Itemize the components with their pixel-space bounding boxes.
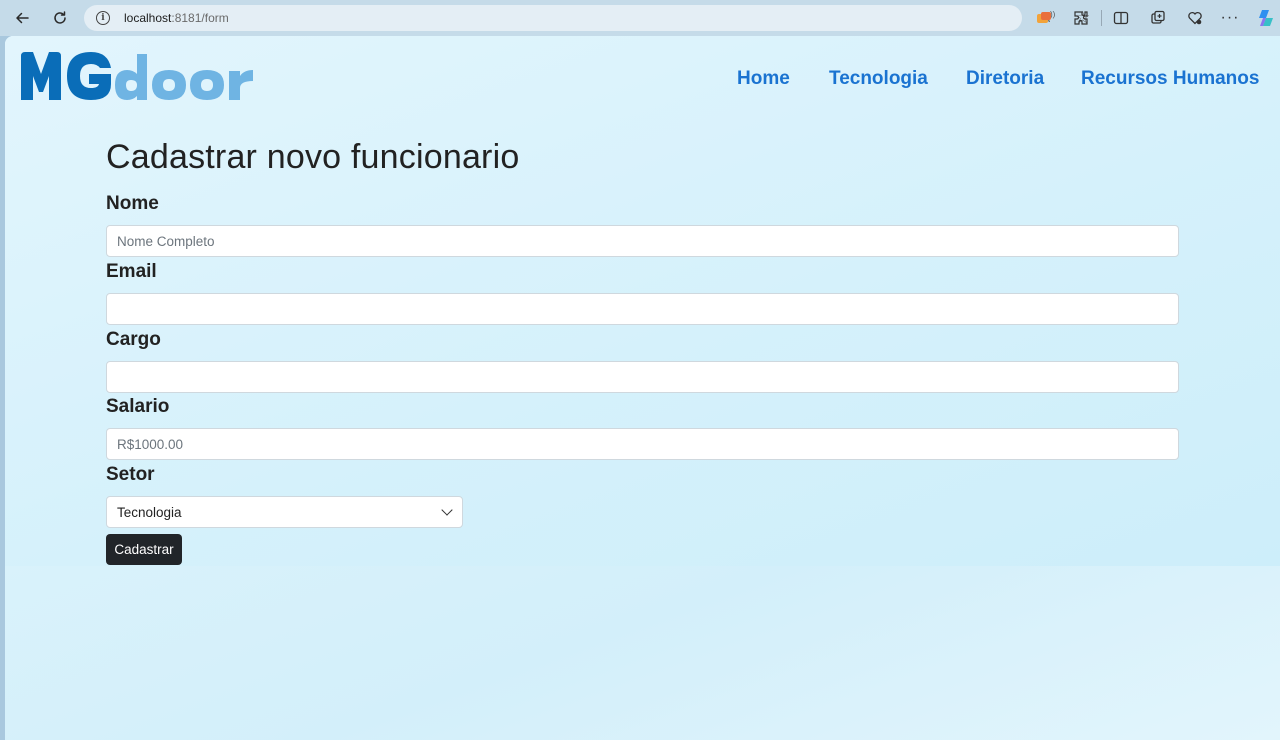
- salario-input[interactable]: [106, 428, 1179, 460]
- cadastrar-button[interactable]: Cadastrar: [106, 534, 182, 565]
- nav-link-diretoria[interactable]: Diretoria: [966, 68, 1044, 90]
- cargo-input[interactable]: [106, 361, 1179, 393]
- page-title: Cadastrar novo funcionario: [106, 138, 520, 176]
- email-label: Email: [106, 261, 157, 282]
- setor-label: Setor: [106, 464, 155, 485]
- nav-link-recursos-humanos[interactable]: Recursos Humanos: [1081, 68, 1259, 90]
- more-options-icon[interactable]: ···: [1218, 5, 1242, 31]
- page-viewport: Home Tecnologia Diretoria Recursos Human…: [5, 36, 1280, 740]
- setor-selected-value: Tecnologia: [117, 504, 182, 520]
- address-bar[interactable]: i localhost:8181/form A)) ☆: [84, 5, 1090, 31]
- collections-icon[interactable]: [1146, 5, 1170, 31]
- chevron-down-icon: [441, 504, 453, 516]
- browser-toolbar: i localhost:8181/form A)) ☆ ···: [0, 0, 1280, 36]
- copilot-icon[interactable]: [1254, 5, 1278, 31]
- main-container: Home Tecnologia Diretoria Recursos Human…: [5, 36, 1280, 566]
- nav-link-tecnologia[interactable]: Tecnologia: [829, 68, 928, 90]
- toolbar-divider: [1101, 10, 1102, 26]
- salario-label: Salario: [106, 396, 170, 417]
- browser-essentials-heart-icon[interactable]: [1183, 5, 1207, 31]
- cargo-label: Cargo: [106, 329, 161, 350]
- nav-link-home[interactable]: Home: [737, 68, 790, 90]
- extensions-puzzle-icon[interactable]: [1069, 5, 1093, 31]
- reload-icon[interactable]: [47, 5, 73, 31]
- site-info-icon[interactable]: i: [96, 11, 110, 25]
- url-text[interactable]: localhost:8181/form: [124, 11, 229, 25]
- nome-input[interactable]: [106, 225, 1179, 257]
- back-arrow-icon[interactable]: [9, 5, 35, 31]
- nome-label: Nome: [106, 193, 159, 214]
- split-screen-icon[interactable]: [1109, 5, 1133, 31]
- extension-wallet-icon[interactable]: [1032, 5, 1056, 31]
- mgdoor-logo: [21, 52, 253, 100]
- setor-select[interactable]: Tecnologia: [106, 496, 463, 528]
- email-input[interactable]: [106, 293, 1179, 325]
